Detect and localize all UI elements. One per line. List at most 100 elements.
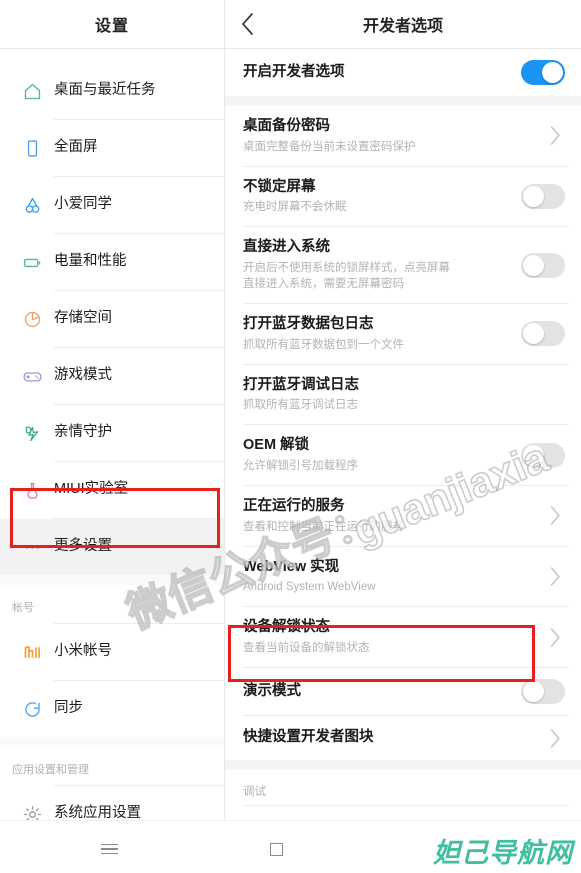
sidebar-apps-list: 系统应用设置应用管理 <box>0 786 224 820</box>
chevron-row-11 <box>545 728 565 748</box>
sidebar-header: 设置 <box>0 0 224 48</box>
sidebar-item-9[interactable]: 更多设置 <box>0 519 224 575</box>
sidebar-item-3[interactable]: 小爱同学 <box>0 177 224 233</box>
toggle-enable-developer-options[interactable] <box>521 60 565 85</box>
toggle-row-2[interactable] <box>521 183 565 209</box>
square-recents-icon <box>269 842 283 856</box>
gamepad-icon <box>23 371 41 382</box>
row-enable-developer-options[interactable]: 开启开发者选项 <box>225 49 581 96</box>
family-care-icon <box>10 417 54 449</box>
toggle-row-6[interactable] <box>521 442 565 468</box>
row-8[interactable]: WebView 实现 Android System WebView <box>225 546 581 607</box>
sidebar-section-gap-2 <box>0 737 224 747</box>
sidebar-item-7[interactable]: 亲情守护 <box>0 405 224 461</box>
developer-options-pane: 开发者选项 开启开发者选项 桌面备份密码 桌面完整备份当前未设置密码保护 不锁定… <box>225 0 581 820</box>
row-subtitle: 桌面完整备份当前未设置密码保护 <box>243 140 416 153</box>
chevron-row-7 <box>545 506 565 526</box>
sidebar-item-8[interactable]: MIUI实验室 <box>0 462 224 518</box>
toggle-row-4[interactable] <box>521 321 565 347</box>
system-navigation-bar: 妲己导航网 <box>0 820 581 873</box>
flask-icon <box>26 482 38 499</box>
row-texts: WebView 实现 Android System WebView <box>243 558 537 596</box>
row-texts: 演示模式 <box>243 682 511 702</box>
more-dots-icon <box>10 531 54 563</box>
row-title: 正在运行的服务 <box>243 498 345 515</box>
sidebar-item-label: 电量和性能 <box>54 253 127 270</box>
row-texts: 直接进入系统 开启后不使用系统的锁屏样式，点亮屏幕 直接进入系统，需要无屏幕密码 <box>243 238 511 292</box>
sidebar-item-2[interactable]: 同步 <box>0 681 224 737</box>
developer-options-rows: 桌面备份密码 桌面完整备份当前未设置密码保护 不锁定屏幕 充电时屏幕不会休眠 直… <box>225 106 581 760</box>
sidebar-top-gap <box>0 49 224 63</box>
sidebar-item-label: 存储空间 <box>54 310 112 327</box>
sidebar-title: 设置 <box>94 18 129 35</box>
flask-icon <box>10 474 54 506</box>
sidebar-section-gap-1 <box>0 575 224 585</box>
row-texts: 正在运行的服务 查看和控制当前正在运行的服务 <box>243 497 537 535</box>
row-title: 不锁定屏幕 <box>243 178 316 195</box>
sidebar-item-label: 桌面与最近任务 <box>54 82 156 99</box>
row-10[interactable]: 演示模式 <box>225 668 581 715</box>
content-section-gap-debug <box>225 760 581 770</box>
sidebar-item-2[interactable]: 全面屏 <box>0 120 224 176</box>
settings-sidebar: 设置 桌面与最近任务 全面屏小爱同学电量和性能存储空间游戏模式亲情守护 MIUI实验… <box>0 0 225 820</box>
row-4[interactable]: 打开蓝牙数据包日志 抓取所有蓝牙数据包到一个文件 <box>225 304 581 364</box>
row-3[interactable]: 直接进入系统 开启后不使用系统的锁屏样式，点亮屏幕 直接进入系统，需要无屏幕密码 <box>225 227 581 304</box>
row-subtitle: 充电时屏幕不会休眠 <box>243 201 347 214</box>
row-subtitle: 抓取所有蓝牙调试日志 <box>243 399 358 412</box>
group-title-debug: 调试 <box>225 770 581 805</box>
row-title: 开启开发者选项 <box>243 63 345 80</box>
xiaoai-assistant-icon <box>25 197 39 213</box>
row-texts: 桌面备份密码 桌面完整备份当前未设置密码保护 <box>243 117 537 155</box>
content-section-gap <box>225 96 581 106</box>
sidebar-account-list: 小米帐号同步 <box>0 624 224 737</box>
row-subtitle: 抓取所有蓝牙数据包到一个文件 <box>243 338 404 351</box>
row-6[interactable]: OEM 解锁 允许解锁引号加载程序 <box>225 425 581 486</box>
row-subtitle: 查看和控制当前正在运行的服务 <box>243 520 404 533</box>
chevron-right-icon <box>550 728 560 748</box>
family-care-icon <box>25 426 38 441</box>
storage-pie-icon <box>10 303 54 335</box>
row-1[interactable]: 桌面备份密码 桌面完整备份当前未设置密码保护 <box>225 106 581 166</box>
xiaoai-assistant-icon <box>10 189 54 221</box>
row-5[interactable]: 打开蓝牙调试日志 抓取所有蓝牙调试日志 <box>225 364 581 425</box>
sidebar-item-5[interactable]: 存储空间 <box>0 291 224 347</box>
sidebar-item-4[interactable]: 电量和性能 <box>0 234 224 290</box>
sync-icon <box>24 701 40 717</box>
sidebar-item-1[interactable]: 小米帐号 <box>0 624 224 680</box>
row-subtitle: 允许解锁引号加载程序 <box>243 459 358 472</box>
toggle-row-3[interactable] <box>521 252 565 278</box>
screen-root: 设置 桌面与最近任务 全面屏小爱同学电量和性能存储空间游戏模式亲情守护 MIUI实验… <box>0 0 581 873</box>
chevron-left-icon <box>241 13 253 35</box>
sidebar-item-1[interactable]: 系统应用设置 <box>0 786 224 820</box>
sidebar-item-6[interactable]: 游戏模式 <box>0 348 224 404</box>
toggle-knob <box>523 681 544 702</box>
row-texts: 不锁定屏幕 充电时屏幕不会休眠 <box>243 178 511 216</box>
gamepad-icon <box>10 360 54 392</box>
sidebar-item-label: 同步 <box>54 700 83 717</box>
sidebar-item-label: 系统应用设置 <box>54 805 141 820</box>
toggle-knob <box>523 323 544 345</box>
sidebar-item-1[interactable]: 桌面与最近任务 <box>0 63 224 119</box>
back-button[interactable] <box>225 0 269 48</box>
toggle-knob <box>542 62 563 83</box>
chevron-right-icon <box>550 506 560 526</box>
row-2[interactable]: 不锁定屏幕 充电时屏幕不会休眠 <box>225 166 581 227</box>
row-texts: OEM 解锁 允许解锁引号加载程序 <box>243 436 511 474</box>
row-subtitle: Android System WebView <box>243 581 376 594</box>
nav-menu-button[interactable] <box>89 829 129 869</box>
row-title: 设备解锁状态 <box>243 619 330 636</box>
toggle-row-10[interactable] <box>521 679 565 704</box>
row-11[interactable]: 快捷设置开发者图块 <box>225 716 581 760</box>
nav-recents-button[interactable] <box>256 829 296 869</box>
row-7[interactable]: 正在运行的服务 查看和控制当前正在运行的服务 <box>225 486 581 546</box>
row-9[interactable]: 设备解锁状态 查看当前设备的解锁状态 <box>225 607 581 667</box>
debug-group-sep <box>243 805 569 806</box>
home-icon <box>10 75 54 107</box>
chevron-row-8 <box>545 567 565 587</box>
sync-icon <box>10 693 54 725</box>
sidebar-item-label: 全面屏 <box>54 139 98 156</box>
storage-pie-icon <box>24 311 40 327</box>
sidebar-item-label: 亲情守护 <box>54 424 112 441</box>
row-title: 打开蓝牙数据包日志 <box>243 316 374 333</box>
watermark-brand: 妲己导航网 <box>433 838 573 868</box>
